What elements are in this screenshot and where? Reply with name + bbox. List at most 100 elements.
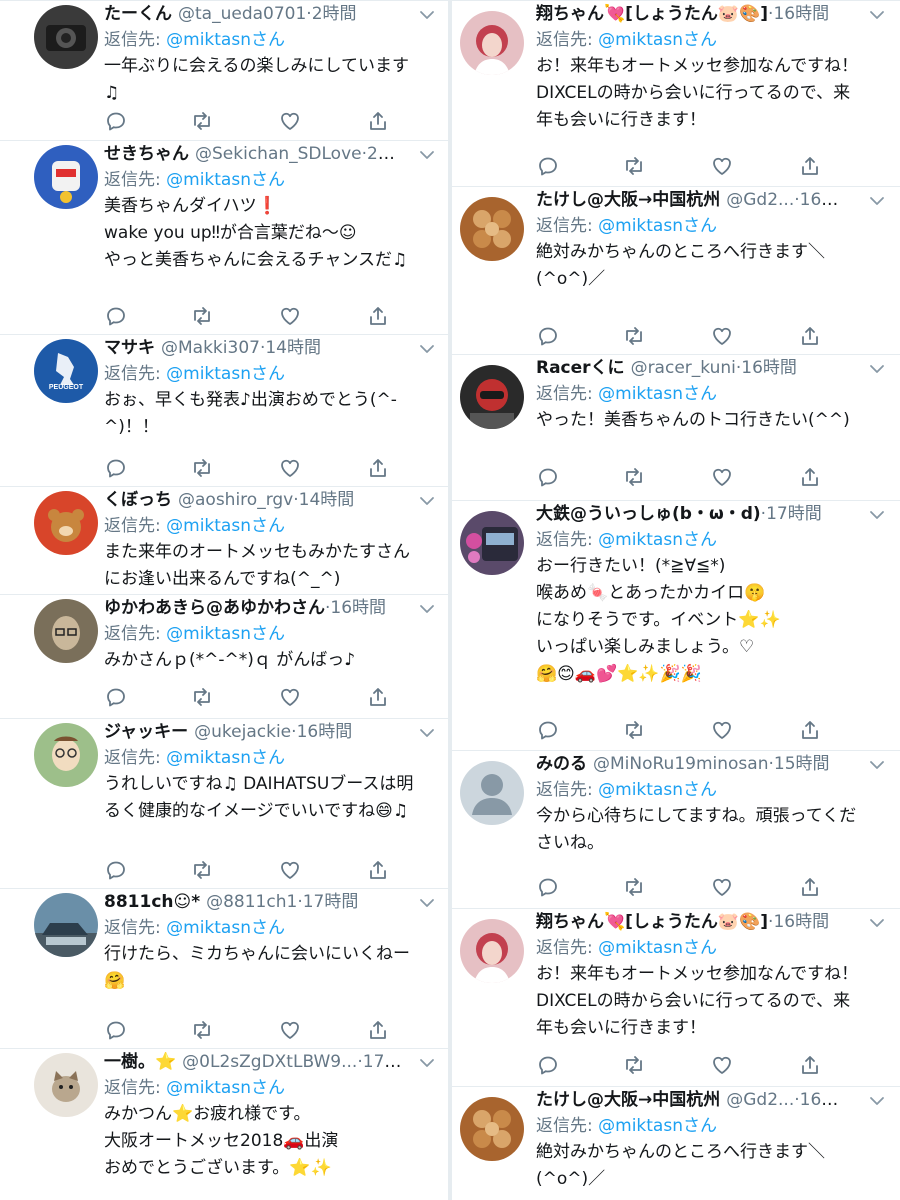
- retweet-icon[interactable]: [622, 718, 646, 742]
- display-name[interactable]: ジャッキー: [104, 722, 188, 742]
- display-name[interactable]: Racerくに: [536, 358, 625, 378]
- retweet-icon[interactable]: [622, 154, 646, 178]
- reply-to-mention[interactable]: @miktasnさん: [166, 624, 285, 644]
- tweet-reply[interactable]: ジャッキー @ukejackie·16時間 返信先: @miktasnさん うれしいで…: [0, 718, 450, 888]
- reply-to-mention[interactable]: @miktasnさん: [598, 1116, 717, 1136]
- share-icon[interactable]: [798, 154, 822, 178]
- retweet-icon[interactable]: [190, 456, 214, 480]
- robot-avatar[interactable]: [34, 145, 98, 209]
- chevron-down-icon[interactable]: [418, 601, 436, 615]
- share-icon[interactable]: [798, 1053, 822, 1077]
- reply-to-mention[interactable]: @miktasnさん: [598, 938, 717, 958]
- reply-icon[interactable]: [536, 324, 560, 348]
- reply-icon[interactable]: [536, 718, 560, 742]
- timestamp[interactable]: 2時間: [312, 4, 357, 24]
- timestamp[interactable]: 16時間: [800, 1090, 854, 1110]
- reply-icon[interactable]: [104, 1018, 128, 1042]
- tweet-reply[interactable]: くぼっち @aoshiro_rgv·14時間 返信先: @miktasnさん また来年…: [0, 486, 450, 594]
- tweet-reply[interactable]: ゆかわあきら@あゆかわさん·16時間 返信先: @miktasnさん みかさんｐ(*…: [0, 594, 450, 718]
- chevron-down-icon[interactable]: [868, 193, 886, 207]
- timestamp[interactable]: 17時間: [766, 504, 822, 524]
- reply-to-mention[interactable]: @miktasnさん: [166, 516, 285, 536]
- user-handle[interactable]: @Makki307: [161, 338, 260, 358]
- cartoon-avatar[interactable]: [34, 723, 98, 787]
- display-name[interactable]: せきちゃん: [104, 144, 189, 164]
- user-handle[interactable]: @Gd2...: [726, 1090, 794, 1110]
- girl-avatar[interactable]: [460, 11, 524, 75]
- reply-to-mention[interactable]: @miktasnさん: [166, 748, 285, 768]
- like-icon[interactable]: [710, 718, 734, 742]
- tweet-reply[interactable]: 一樹。⭐@0L2sZgDXtLBW9...·17時間返信先: @miktasnさ…: [0, 1048, 450, 1200]
- tweet-reply[interactable]: せきちゃん@Sekichan_SDLove·2時間返信先: @miktasnさん…: [0, 140, 450, 334]
- reply-icon[interactable]: [536, 154, 560, 178]
- timestamp[interactable]: 2時間: [367, 144, 404, 164]
- chevron-down-icon[interactable]: [418, 725, 436, 739]
- tweet-reply[interactable]: PEUGEOT マサキ @Makki307·14時間 返信先: @miktasnさんお…: [0, 334, 450, 486]
- reply-to-mention[interactable]: @miktasnさん: [598, 780, 717, 800]
- retweet-icon[interactable]: [622, 875, 646, 899]
- timestamp[interactable]: 16時間: [741, 358, 797, 378]
- display-name[interactable]: 翔ちゃん💘[しょうたん🐷🎨]: [536, 912, 768, 932]
- reply-icon[interactable]: [104, 685, 128, 709]
- chevron-down-icon[interactable]: [418, 493, 436, 507]
- chevron-down-icon[interactable]: [868, 757, 886, 771]
- user-handle[interactable]: @MiNoRu19minosan: [593, 754, 768, 774]
- bear-avatar[interactable]: [34, 491, 98, 555]
- timestamp[interactable]: 16時間: [800, 190, 854, 210]
- user-handle[interactable]: @ta_ueda0701: [178, 4, 306, 24]
- user-handle[interactable]: @racer_kuni: [631, 358, 736, 378]
- user-handle[interactable]: @ukejackie: [194, 722, 291, 742]
- reply-icon[interactable]: [536, 1053, 560, 1077]
- timestamp[interactable]: 17時間: [303, 892, 359, 912]
- tweet-reply[interactable]: Racerくに @racer_kuni·16時間 返信先: @miktasnさん やっ…: [450, 354, 900, 500]
- timestamp[interactable]: 16時間: [297, 722, 353, 742]
- reply-icon[interactable]: [104, 456, 128, 480]
- display-name[interactable]: 8811ch☺*: [104, 892, 200, 912]
- chevron-down-icon[interactable]: [418, 147, 436, 161]
- display-name[interactable]: たーくん: [104, 4, 172, 24]
- display-name[interactable]: ゆかわあきら@あゆかわさん: [104, 598, 325, 618]
- like-icon[interactable]: [710, 154, 734, 178]
- girl-avatar[interactable]: [460, 919, 524, 983]
- peugeot-avatar[interactable]: PEUGEOT: [34, 339, 98, 403]
- timestamp[interactable]: 16時間: [773, 912, 829, 932]
- chevron-down-icon[interactable]: [868, 507, 886, 521]
- user-handle[interactable]: @8811ch1: [206, 892, 297, 912]
- share-icon[interactable]: [366, 304, 390, 328]
- share-icon[interactable]: [366, 109, 390, 133]
- chevron-down-icon[interactable]: [868, 361, 886, 375]
- chevron-down-icon[interactable]: [868, 915, 886, 929]
- share-icon[interactable]: [366, 456, 390, 480]
- display-name[interactable]: たけし@大阪→中国杭州: [536, 1090, 720, 1110]
- timestamp[interactable]: 14時間: [299, 490, 355, 510]
- reply-to-mention[interactable]: @miktasnさん: [598, 530, 717, 550]
- timestamp[interactable]: 14時間: [265, 338, 321, 358]
- display-name[interactable]: みのる: [536, 754, 587, 774]
- timestamp[interactable]: 16時間: [330, 598, 386, 618]
- chevron-down-icon[interactable]: [418, 341, 436, 355]
- cat-avatar[interactable]: [34, 1053, 98, 1117]
- display-name[interactable]: 一樹。⭐: [104, 1052, 176, 1072]
- tweet-reply[interactable]: 翔ちゃん💘[しょうたん🐷🎨]·16時間 返信先: @miktasnさん お！来年もオ…: [450, 0, 900, 186]
- like-icon[interactable]: [710, 1053, 734, 1077]
- tweet-reply[interactable]: みのる @MiNoRu19minosan·15時間 返信先: @miktasnさん今…: [450, 750, 900, 908]
- chevron-down-icon[interactable]: [418, 1055, 436, 1069]
- reply-icon[interactable]: [104, 304, 128, 328]
- train-avatar[interactable]: [460, 511, 524, 575]
- timestamp[interactable]: 17時間: [363, 1052, 404, 1072]
- reply-to-mention[interactable]: @miktasnさん: [166, 364, 285, 384]
- chevron-down-icon[interactable]: [868, 7, 886, 21]
- retweet-icon[interactable]: [622, 324, 646, 348]
- tweet-reply[interactable]: 大鉄@ういっしゅ(b・ω・d)·17時間 返信先: @miktasnさん おー行きた…: [450, 500, 900, 750]
- tweet-reply[interactable]: たーくん @ta_ueda0701·2時間 返信先: @miktasnさん 一年ぶりに…: [0, 0, 450, 140]
- like-icon[interactable]: [278, 858, 302, 882]
- retweet-icon[interactable]: [190, 858, 214, 882]
- display-name[interactable]: 大鉄@ういっしゅ(b・ω・d): [536, 504, 761, 524]
- helmet-avatar[interactable]: [460, 365, 524, 429]
- share-icon[interactable]: [366, 1018, 390, 1042]
- timestamp[interactable]: 16時間: [773, 4, 829, 24]
- reply-to-mention[interactable]: @miktasnさん: [166, 918, 285, 938]
- bread-avatar[interactable]: [460, 197, 524, 261]
- chevron-down-icon[interactable]: [418, 895, 436, 909]
- reply-to-mention[interactable]: @miktasnさん: [598, 30, 717, 50]
